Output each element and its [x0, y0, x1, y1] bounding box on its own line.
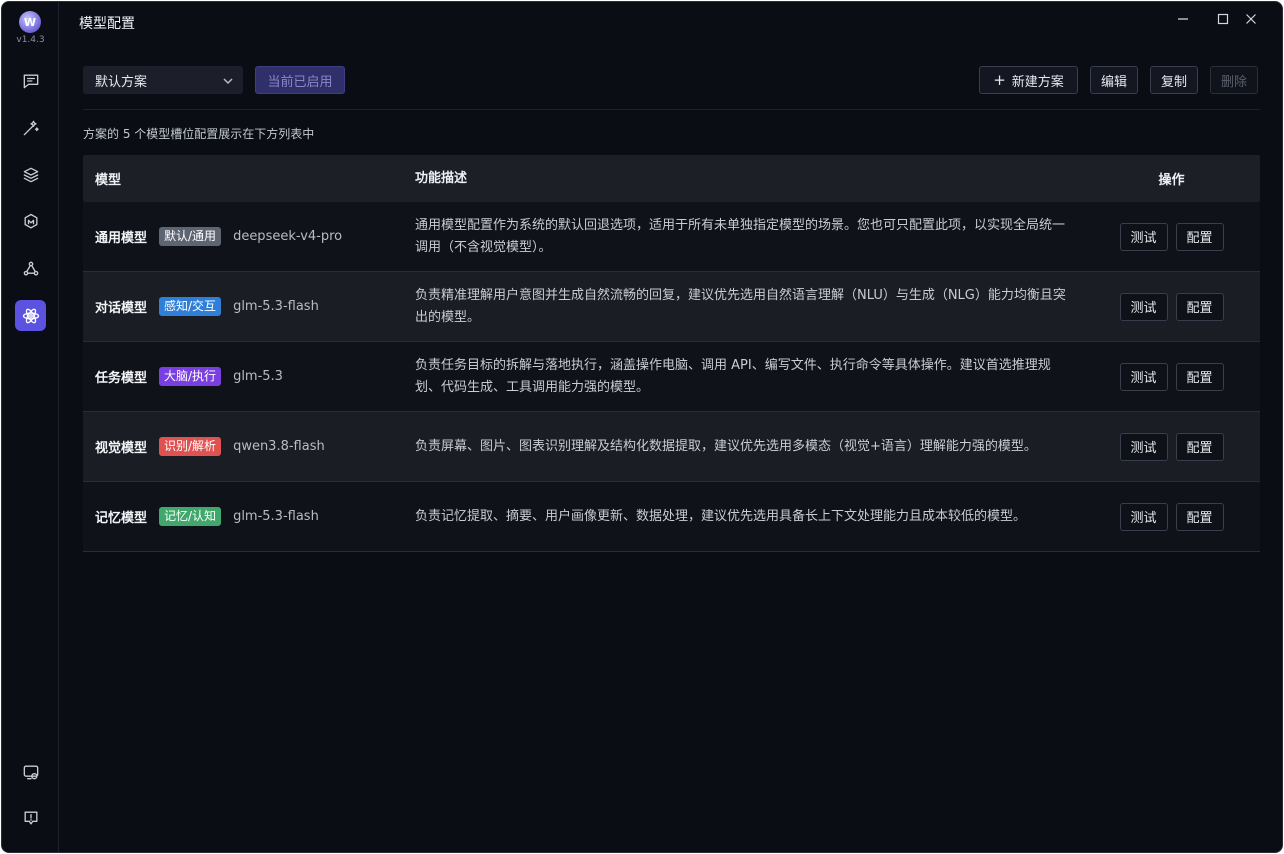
model-tag: 默认/通用	[159, 227, 222, 246]
model-badge-icon	[24, 213, 37, 228]
config-button[interactable]: 配置	[1175, 222, 1224, 251]
maximize-button[interactable]	[1211, 10, 1235, 28]
test-button[interactable]: 测试	[1119, 432, 1168, 461]
model-id: glm-5.3-flash	[233, 509, 319, 524]
config-button[interactable]: 配置	[1175, 362, 1224, 391]
new-scheme-button[interactable]: + 新建方案	[979, 66, 1078, 94]
model-id: glm-5.3-flash	[233, 299, 319, 314]
test-button[interactable]: 测试	[1119, 222, 1168, 251]
table-row: 视觉模型 识别/解析 qwen3.8-flash 负责屏幕、图片、图表识别理解及…	[83, 412, 1260, 482]
sidebar: W v1.4.3	[2, 2, 59, 852]
new-scheme-label: 新建方案	[1011, 74, 1064, 90]
copy-button[interactable]: 复制	[1150, 66, 1198, 94]
app-logo: W	[19, 11, 41, 33]
model-id: glm-5.3	[233, 369, 283, 384]
test-button[interactable]: 测试	[1119, 362, 1168, 391]
chevron-down-icon	[223, 75, 233, 85]
sidebar-item-chat[interactable]	[15, 65, 46, 96]
model-desc: 负责精准理解用户意图并生成自然流畅的回复，建议优先选用自然语言理解（NLU）与生…	[415, 287, 1066, 325]
sidebar-item-layers[interactable]	[15, 159, 46, 190]
header-desc: 功能描述	[415, 170, 468, 186]
scheme-select-value: 默认方案	[95, 74, 148, 90]
model-id: deepseek-v4-pro	[233, 229, 343, 244]
test-button[interactable]: 测试	[1119, 292, 1168, 321]
model-name: 通用模型	[95, 231, 148, 246]
table-row: 记忆模型 记忆/认知 glm-5.3-flash 负责记忆提取、摘要、用户画像更…	[83, 482, 1260, 552]
config-button[interactable]: 配置	[1175, 502, 1224, 531]
header-model: 模型	[95, 173, 122, 188]
current-enabled-button[interactable]: 当前已启用	[255, 66, 345, 94]
header-ops: 操作	[1158, 173, 1185, 188]
chat-settings-icon	[23, 74, 38, 88]
table-row: 任务模型 大脑/执行 glm-5.3 负责任务目标的拆解与落地执行，涵盖操作电脑…	[83, 342, 1260, 412]
model-id: qwen3.8-flash	[233, 439, 325, 454]
close-icon	[1246, 14, 1256, 24]
page-title: 模型配置	[79, 16, 135, 32]
model-name: 任务模型	[95, 371, 148, 386]
edit-button[interactable]: 编辑	[1090, 66, 1138, 94]
test-button[interactable]: 测试	[1119, 502, 1168, 531]
model-tag: 大脑/执行	[159, 367, 222, 386]
delete-button[interactable]: 删除	[1210, 66, 1258, 94]
minimize-icon	[1178, 18, 1188, 20]
model-tag: 感知/交互	[159, 297, 222, 316]
sidebar-item-about[interactable]	[15, 802, 46, 833]
magic-wand-icon	[23, 120, 39, 135]
table-header: 模型 功能描述 操作	[83, 155, 1260, 202]
plus-icon: +	[993, 70, 1006, 89]
model-name: 记忆模型	[95, 511, 148, 526]
network-icon	[23, 261, 38, 275]
model-desc: 负责屏幕、图片、图表识别理解及结构化数据提取，建议优先选用多模态（视觉+语言）理…	[415, 438, 1037, 454]
sidebar-item-settings[interactable]	[15, 756, 46, 787]
model-name: 视觉模型	[95, 441, 148, 456]
minimize-button[interactable]	[1171, 10, 1195, 28]
table-row: 对话模型 感知/交互 glm-5.3-flash 负责精准理解用户意图并生成自然…	[83, 272, 1260, 342]
config-button[interactable]: 配置	[1175, 292, 1224, 321]
settings-screen-icon	[23, 765, 38, 779]
sidebar-item-network[interactable]	[15, 253, 46, 284]
app-version: v1.4.3	[16, 35, 45, 45]
model-tag: 记忆/认知	[159, 507, 222, 526]
sidebar-item-model[interactable]	[15, 206, 46, 237]
model-desc: 负责任务目标的拆解与落地执行，涵盖操作电脑、调用 API、编写文件、执行命令等具…	[415, 357, 1051, 395]
table-row: 通用模型 默认/通用 deepseek-v4-pro 通用模型配置作为系统的默认…	[83, 202, 1260, 272]
sidebar-item-model-config[interactable]	[15, 300, 46, 331]
config-button[interactable]: 配置	[1175, 432, 1224, 461]
sidebar-item-magic[interactable]	[15, 112, 46, 143]
atom-icon	[22, 308, 39, 323]
model-tag: 识别/解析	[159, 437, 222, 456]
app-window: W v1.4.3 模型配置 默认方案 当前已启用 + 新建方案 编辑 复制 删除…	[1, 1, 1283, 853]
info-icon	[24, 811, 37, 824]
model-desc: 通用模型配置作为系统的默认回退选项，适用于所有未单独指定模型的场景。您也可只配置…	[415, 217, 1066, 255]
model-desc: 负责记忆提取、摘要、用户画像更新、数据处理，建议优先选用具备长上下文处理能力且成…	[415, 508, 1027, 524]
toolbar-divider	[83, 109, 1260, 110]
model-name: 对话模型	[95, 301, 148, 316]
scheme-summary: 方案的 5 个模型槽位配置展示在下方列表中	[83, 127, 315, 141]
scheme-select[interactable]: 默认方案	[83, 66, 243, 94]
model-slot-table: 模型 功能描述 操作 通用模型 默认/通用 deepseek-v4-pro 通用…	[83, 155, 1260, 552]
maximize-icon	[1217, 13, 1229, 25]
layers-icon	[23, 167, 38, 182]
close-button[interactable]	[1239, 10, 1263, 28]
